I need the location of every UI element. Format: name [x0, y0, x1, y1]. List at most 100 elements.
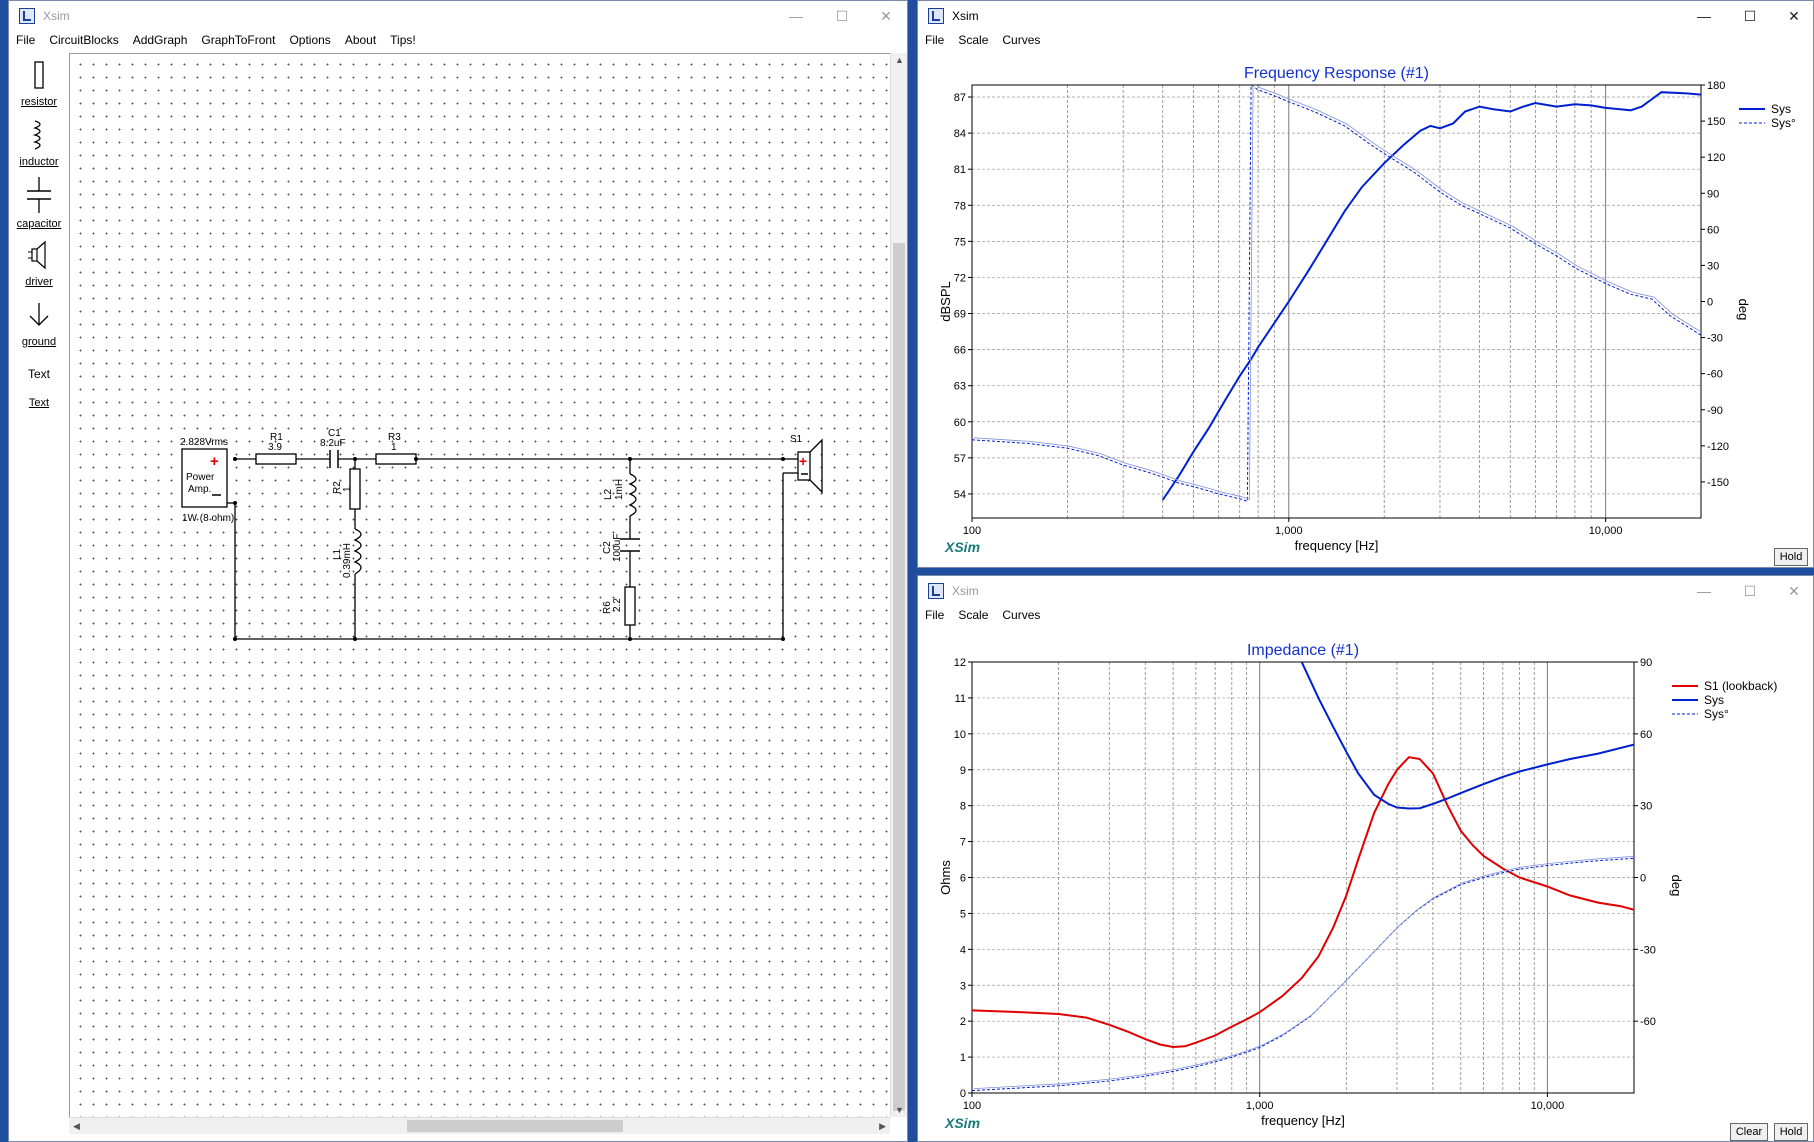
- close-icon[interactable]: ✕: [1779, 580, 1809, 602]
- close-icon[interactable]: ✕: [1779, 5, 1809, 27]
- chart-title: Impedance (#1): [1247, 642, 1359, 659]
- circuit-horizontal-scrollbar[interactable]: ◀ ▶: [69, 1117, 890, 1134]
- y-tick-label: 11: [955, 693, 966, 705]
- hold-button[interactable]: Hold: [1774, 548, 1808, 566]
- y-tick-label: 0: [960, 1088, 966, 1100]
- series-shadow-line-2: [973, 85, 1701, 500]
- horizontal-scroll-thumb[interactable]: [407, 1120, 623, 1132]
- inductor-l1[interactable]: [353, 528, 362, 575]
- tool-driver-label: driver: [25, 276, 53, 288]
- tool-driver[interactable]: driver: [9, 239, 69, 288]
- tool-text-underlined[interactable]: Text: [9, 397, 69, 409]
- imp-titlebar[interactable]: Xsim — ☐ ✕: [918, 576, 1813, 606]
- y2-tick-label: -150: [1707, 477, 1729, 489]
- driver-icon: [28, 240, 46, 270]
- ground-icon: [29, 303, 49, 326]
- circuit-titlebar[interactable]: Xsim — ☐ ✕: [9, 1, 907, 31]
- x-tick-label: 100: [963, 1100, 981, 1112]
- circuit-vertical-scrollbar[interactable]: ▲ ▼: [890, 53, 907, 1117]
- tool-text[interactable]: Text: [9, 367, 69, 381]
- legend-label: Sys: [1771, 102, 1791, 116]
- freq-titlebar[interactable]: Xsim — ☐ ✕: [918, 1, 1813, 31]
- circuit-schematic[interactable]: + Power Amp. 2.828Vrms 1W (8 ohm) R1 3.9…: [70, 54, 891, 1118]
- y2-tick-label: -30: [1640, 944, 1656, 956]
- maximize-icon[interactable]: ☐: [1735, 5, 1765, 27]
- tool-ground[interactable]: ground: [9, 299, 69, 348]
- inductor-l2[interactable]: [628, 473, 637, 517]
- menu-about[interactable]: About: [338, 31, 383, 47]
- xsim-app-icon: [928, 8, 944, 24]
- menu-circuitblocks[interactable]: CircuitBlocks: [42, 31, 125, 47]
- imp-menu-curves[interactable]: Curves: [995, 606, 1047, 622]
- l2-value: 1mH: [614, 479, 625, 500]
- y2-axis-label: deg: [1669, 875, 1684, 897]
- menu-file[interactable]: File: [9, 31, 42, 47]
- circuit-canvas[interactable]: + Power Amp. 2.828Vrms 1W (8 ohm) R1 3.9…: [69, 53, 890, 1117]
- resistor-r1[interactable]: [255, 453, 297, 465]
- y-tick-label: 1: [960, 1052, 966, 1064]
- minimize-icon[interactable]: —: [781, 5, 811, 27]
- impedance-chart[interactable]: 0123456789101112-60-300306090100 1,000 10,…: [918, 628, 1813, 1138]
- scroll-right-icon[interactable]: ▶: [879, 1121, 886, 1132]
- y2-tick-label: -120: [1707, 441, 1729, 453]
- close-icon[interactable]: ✕: [871, 5, 901, 27]
- y-tick-label: 81: [954, 164, 966, 176]
- capacitor-c2[interactable]: [620, 538, 640, 552]
- imp-menu-file[interactable]: File: [918, 606, 951, 622]
- r6-value: 2.2: [612, 598, 623, 612]
- menu-tips[interactable]: Tips!: [383, 31, 423, 47]
- imp-menu-scale[interactable]: Scale: [951, 606, 995, 622]
- y-tick-label: 7: [960, 837, 966, 849]
- tool-resistor[interactable]: resistor: [9, 59, 69, 108]
- y2-tick-label: 90: [1707, 188, 1719, 200]
- driver-s1[interactable]: +: [797, 438, 823, 494]
- tool-resistor-label: resistor: [20, 96, 58, 108]
- menu-options[interactable]: Options: [282, 31, 337, 47]
- minimize-icon[interactable]: —: [1689, 5, 1719, 27]
- scroll-left-icon[interactable]: ◀: [73, 1121, 80, 1132]
- hold-button[interactable]: Hold: [1774, 1123, 1808, 1141]
- maximize-icon[interactable]: ☐: [1735, 580, 1765, 602]
- freq-menu-curves[interactable]: Curves: [995, 31, 1047, 47]
- y-tick-label: 54: [954, 489, 966, 501]
- y2-tick-label: 150: [1707, 116, 1725, 128]
- y-tick-label: 10: [954, 729, 966, 741]
- freq-menu-scale[interactable]: Scale: [951, 31, 995, 47]
- scroll-down-icon[interactable]: ▼: [895, 1105, 904, 1115]
- imp-menubar: File Scale Curves: [918, 606, 1813, 626]
- circuit-window: Xsim — ☐ ✕ File CircuitBlocks AddGraph Grap…: [8, 0, 908, 1142]
- source-power-label: 1W (8 ohm): [182, 513, 234, 524]
- maximize-icon[interactable]: ☐: [827, 5, 857, 27]
- resistor-r6[interactable]: [624, 586, 636, 626]
- scroll-up-icon[interactable]: ▲: [895, 55, 904, 65]
- y2-tick-label: 60: [1707, 224, 1719, 236]
- series-line-2: [972, 85, 1701, 502]
- clear-button[interactable]: Clear: [1730, 1123, 1768, 1141]
- x-tick-label: 10,000: [1531, 1100, 1565, 1112]
- imp-window-title: Xsim: [952, 584, 979, 598]
- menu-addgraph[interactable]: AddGraph: [126, 31, 195, 47]
- chart-title: Frequency Response (#1): [1244, 65, 1429, 82]
- y-tick-label: 87: [954, 92, 966, 104]
- x-axis-label: frequency [Hz]: [1295, 538, 1379, 553]
- y2-tick-label: 30: [1640, 801, 1652, 813]
- resistor-r3[interactable]: [375, 453, 417, 465]
- y2-tick-label: -60: [1707, 369, 1723, 381]
- tool-capacitor[interactable]: capacitor: [9, 175, 69, 230]
- freq-menu-file[interactable]: File: [918, 31, 951, 47]
- impedance-window: Xsim — ☐ ✕ File Scale Curves 0 1 2 3 4 5 6 7 8 9 10 1…: [917, 575, 1814, 1142]
- x-axis-label: frequency [Hz]: [1261, 1113, 1345, 1128]
- frequency-response-chart[interactable]: 54 57 60 63 66 69 72 75 78 81 84 87 -150 -120 -90 -60 -3…: [918, 53, 1813, 563]
- capacitor-c1[interactable]: [329, 450, 339, 468]
- tool-inductor-label: inductor: [19, 156, 59, 168]
- s1-name: S1: [790, 434, 803, 445]
- c2-value: 100uF: [612, 534, 623, 562]
- vertical-scroll-thumb[interactable]: [893, 243, 905, 1111]
- legend-label: Sys°: [1704, 707, 1729, 721]
- menu-graphtofront[interactable]: GraphToFront: [194, 31, 282, 47]
- y-tick-label: 6: [960, 873, 966, 885]
- legend-label: Sys°: [1771, 116, 1796, 130]
- minimize-icon[interactable]: —: [1689, 580, 1719, 602]
- tool-inductor[interactable]: inductor: [9, 119, 69, 168]
- y2-tick-label: 30: [1707, 260, 1719, 272]
